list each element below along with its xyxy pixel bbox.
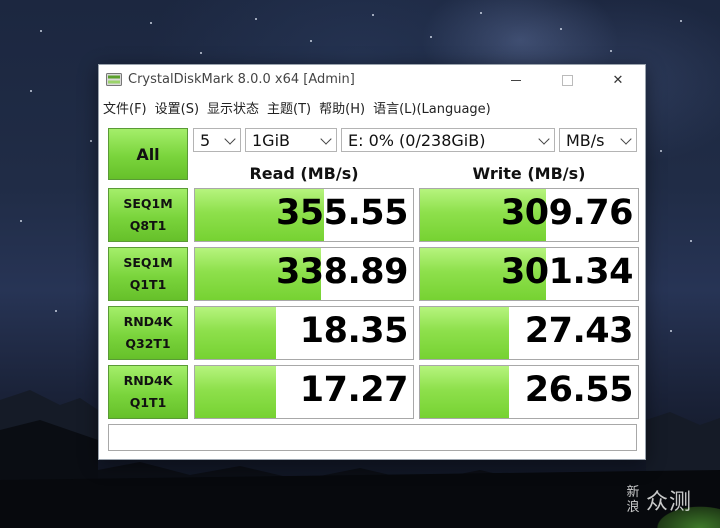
chevron-down-icon [224,133,236,145]
chevron-down-icon [320,133,332,145]
menu-help[interactable]: 帮助(H) [315,98,369,117]
read-result: 17.27 [194,365,414,419]
write-result: 26.55 [419,365,639,419]
write-result-bar [420,366,510,418]
watermark-word: 众测 [646,490,693,515]
watermark-char: 浪 [626,500,640,515]
write-result-value: 26.55 [524,370,634,410]
menu-file[interactable]: 文件(F) [99,98,151,117]
menu-settings[interactable]: 设置(S) [151,98,203,117]
test-name-line1: SEQ1M [123,196,173,211]
watermark: 新 浪 众测 [626,484,692,516]
read-result-bar [195,307,276,359]
watermark-stack: 新 浪 [626,485,640,515]
chevron-down-icon [620,133,632,145]
menu-theme[interactable]: 主题(T) [263,98,315,117]
read-result-bar [195,366,276,418]
test-name-line2: Q8T1 [129,218,167,233]
read-column-header: Read (MB/s) [249,164,359,183]
window-title: CrystalDiskMark 8.0.0 x64 [Admin] [128,72,355,87]
read-result-value: 355.55 [275,193,409,233]
menu-language[interactable]: 语言(L)(Language) [369,98,495,117]
read-result: 338.89 [194,247,414,301]
test-size-select[interactable]: 1GiB [245,128,337,152]
test-name-line2: Q32T1 [125,336,171,351]
write-result: 309.76 [419,188,639,242]
test-count-value: 5 [200,130,211,150]
chevron-down-icon [538,133,550,145]
write-column-header: Write (MB/s) [472,164,586,183]
run-all-button[interactable]: All [108,128,188,180]
test-button-rnd4k-q32t1[interactable]: RND4K Q32T1 [108,306,188,360]
app-window: CrystalDiskMark 8.0.0 x64 [Admin] ✕ 文件(F… [98,64,646,460]
test-count-select[interactable]: 5 [193,128,241,152]
unit-select[interactable]: MB/s [559,128,637,152]
test-name-line1: RND4K [123,373,173,388]
minimize-icon [511,79,521,81]
test-name-line1: RND4K [123,314,173,329]
read-result: 18.35 [194,306,414,360]
read-result-value: 18.35 [299,311,409,351]
test-button-seq1m-q8t1[interactable]: SEQ1M Q8T1 [108,188,188,242]
comment-field[interactable] [108,424,637,451]
read-result: 355.55 [194,188,414,242]
menu-bar: 文件(F) 设置(S) 显示状态 主题(T) 帮助(H) 语言(L)(Langu… [99,96,645,118]
read-result-value: 338.89 [275,252,409,292]
benchmark-panel: All 5 1GiB E: 0% (0/238GiB) MB/s Read (M… [99,121,645,459]
test-name-line1: SEQ1M [123,255,173,270]
maximize-button[interactable] [544,65,590,95]
write-result-value: 301.34 [500,252,634,292]
test-button-seq1m-q1t1[interactable]: SEQ1M Q1T1 [108,247,188,301]
minimize-button[interactable] [493,65,539,95]
title-bar[interactable]: CrystalDiskMark 8.0.0 x64 [Admin] ✕ [99,65,645,95]
app-disk-icon [106,73,122,86]
close-icon: ✕ [612,72,624,88]
write-result-value: 309.76 [500,193,634,233]
drive-select[interactable]: E: 0% (0/238GiB) [341,128,555,152]
maximize-icon [561,74,573,86]
write-result-value: 27.43 [524,311,634,351]
test-name-line2: Q1T1 [129,277,167,292]
write-result-bar [420,307,510,359]
test-button-rnd4k-q1t1[interactable]: RND4K Q1T1 [108,365,188,419]
read-result-value: 17.27 [299,370,409,410]
test-name-line2: Q1T1 [129,395,167,410]
drive-value: E: 0% (0/238GiB) [348,130,486,150]
write-result: 27.43 [419,306,639,360]
test-size-value: 1GiB [252,130,290,150]
watermark-char: 新 [626,485,640,500]
write-result: 301.34 [419,247,639,301]
close-button[interactable]: ✕ [595,65,641,95]
unit-value: MB/s [566,130,605,150]
menu-display-status[interactable]: 显示状态 [203,98,263,117]
